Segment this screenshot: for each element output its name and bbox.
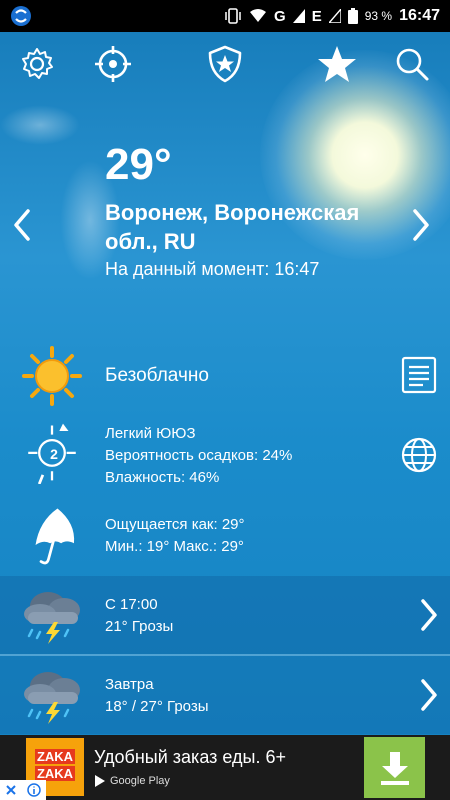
alerts-button[interactable] — [205, 44, 245, 84]
battery-icon — [347, 8, 358, 24]
close-icon[interactable] — [5, 784, 17, 796]
ad-logo-text: ZAKA — [34, 749, 76, 764]
signal-icon — [292, 9, 305, 23]
wind-speed: 2 — [50, 446, 58, 462]
vibrate-icon — [225, 8, 241, 24]
ad-download-button[interactable] — [364, 737, 425, 798]
sun-icon — [22, 346, 82, 406]
details-button[interactable] — [400, 356, 438, 394]
condition-text: Безоблачно — [105, 365, 209, 386]
location-name: Воронеж, Воронежская обл., RU — [105, 200, 360, 254]
observation-time-value: 16:47 — [274, 259, 320, 279]
ad-controls — [0, 780, 46, 800]
search-button[interactable] — [392, 44, 432, 84]
ad-banner[interactable]: ZAKA ZAKA Удобный заказ еды. 6+ Google P… — [0, 735, 450, 800]
download-icon — [380, 751, 409, 785]
forecast-title: С 17:00 — [105, 596, 158, 613]
umbrella-icon — [35, 508, 75, 565]
settings-button[interactable] — [17, 44, 57, 84]
ad-store: Google Play — [94, 775, 170, 787]
wifi-icon — [250, 9, 267, 22]
shield-star-icon — [208, 45, 242, 83]
humidity: Влажность: 46% — [105, 469, 220, 486]
observation-label: На данный момент: — [105, 259, 270, 279]
thunderstorm-icon — [24, 672, 80, 724]
forecast-title: Завтра — [105, 676, 154, 693]
status-bar: G E 93 % 16:47 — [0, 0, 450, 32]
forecast-row-today[interactable]: С 17:00 21° Грозы — [0, 576, 450, 654]
gear-icon — [22, 48, 53, 79]
cloud-wisp — [0, 105, 80, 145]
ad-title: Удобный заказ еды. 6+ — [94, 747, 286, 767]
feels-like: Ощущается как: 29° — [105, 516, 245, 533]
min-max-temp: Мин.: 19° Макс.: 29° — [105, 538, 244, 555]
ad-logo-text: ZAKA — [34, 766, 76, 781]
forecast-summary: 21° Грозы — [105, 618, 174, 635]
app-logo-icon — [11, 6, 31, 26]
ad-info-icon[interactable] — [27, 783, 41, 797]
forecast-text: Завтра 18° / 27° Грозы — [105, 674, 209, 718]
network-g-label: G — [274, 7, 286, 25]
signal-icon — [328, 9, 341, 23]
star-icon — [318, 46, 356, 82]
precipitation-chance: Вероятность осадков: 24% — [105, 447, 293, 464]
crosshair-icon — [95, 46, 131, 82]
current-temperature: 29° — [105, 140, 172, 189]
status-clock: 16:47 — [399, 7, 440, 24]
favorites-button[interactable] — [317, 44, 357, 84]
play-store-icon — [95, 775, 105, 787]
previous-location-arrow[interactable] — [8, 205, 38, 245]
wind-description: Легкий ЮЮЗ — [105, 425, 196, 442]
globe-button[interactable] — [400, 436, 438, 474]
forecast-text: С 17:00 21° Грозы — [105, 594, 173, 638]
feels-details: Ощущается как: 29° Мин.: 19° Макс.: 29° — [105, 514, 245, 558]
network-e-label: E — [311, 7, 322, 25]
observation-time: На данный момент: 16:47 — [105, 259, 319, 280]
ad-store-label: Google Play — [110, 775, 170, 787]
chevron-right-icon — [421, 679, 437, 711]
wind-details: Легкий ЮЮЗ Вероятность осадков: 24% Влаж… — [105, 423, 292, 489]
toolbar — [0, 40, 450, 90]
locate-button[interactable] — [93, 44, 133, 84]
battery-percent: 93 % — [364, 9, 393, 23]
search-icon — [396, 48, 429, 81]
forecast-summary: 18° / 27° Грозы — [105, 698, 209, 715]
forecast-row-tomorrow[interactable]: Завтра 18° / 27° Грозы — [0, 656, 450, 734]
chevron-right-icon — [421, 599, 437, 631]
thunderstorm-icon — [24, 592, 80, 644]
next-location-arrow[interactable] — [405, 205, 435, 245]
